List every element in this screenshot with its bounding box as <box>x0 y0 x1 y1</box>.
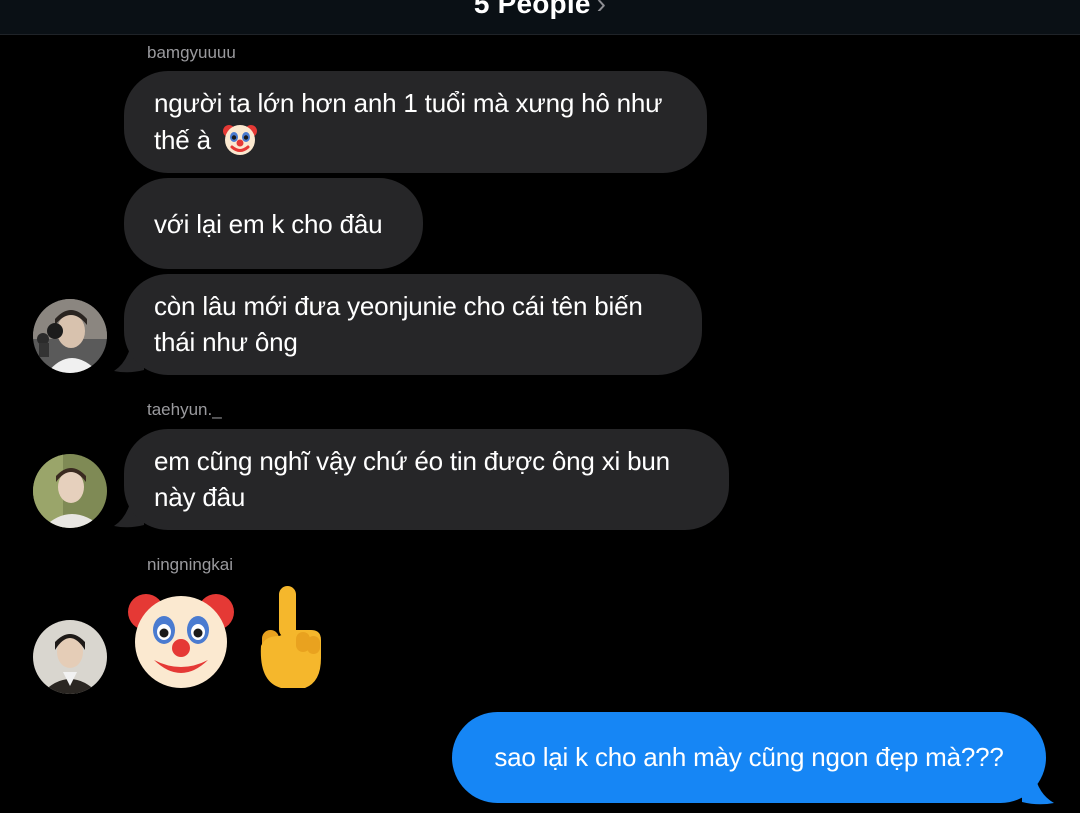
message-text: với lại em k cho đâu <box>154 208 383 239</box>
message-text: sao lại k cho anh mày cũng ngon đẹp mà??… <box>494 742 1004 772</box>
avatar[interactable] <box>33 454 107 528</box>
avatar[interactable] <box>33 620 107 694</box>
chevron-right-icon: › <box>596 0 607 19</box>
message-bubble[interactable]: người ta lớn hơn anh 1 tuổi mà xưng hô n… <box>124 71 707 173</box>
chat-screen: 5 People › bamgyuuuu người ta lớn hơn anh… <box>0 0 1080 813</box>
message-bubble[interactable]: còn lâu mới đưa yeonjunie cho cái tên bi… <box>124 274 702 375</box>
sender-name: ningningkai <box>147 555 234 574</box>
message-text: còn lâu mới đưa yeonjunie cho cái tên bi… <box>154 291 643 321</box>
message-bubble[interactable]: với lại em k cho đâu <box>124 178 423 269</box>
message-text: này đâu <box>154 482 246 512</box>
sender-name: bamgyuuuu <box>147 43 236 62</box>
clown-face-icon[interactable] <box>126 586 236 697</box>
chat-header: 5 People › <box>0 0 1080 35</box>
clown-face-icon <box>222 121 258 166</box>
chat-title: 5 People <box>473 0 591 19</box>
message-text: thế à <box>154 125 211 155</box>
avatar[interactable] <box>33 299 107 373</box>
sender-name: taehyun._ <box>147 400 222 419</box>
message-text: thái như ông <box>154 327 298 357</box>
message-text: người ta lớn hơn anh 1 tuổi mà xưng hô n… <box>154 88 663 118</box>
message-text: em cũng nghĩ vậy chứ éo tin được ông xi … <box>154 446 670 476</box>
middle-finger-icon[interactable] <box>255 584 325 697</box>
outgoing-message-bubble[interactable]: sao lại k cho anh mày cũng ngon đẹp mà??… <box>452 712 1046 803</box>
message-bubble[interactable]: em cũng nghĩ vậy chứ éo tin được ông xi … <box>124 429 729 530</box>
chat-title-button[interactable]: 5 People › <box>0 0 1080 20</box>
